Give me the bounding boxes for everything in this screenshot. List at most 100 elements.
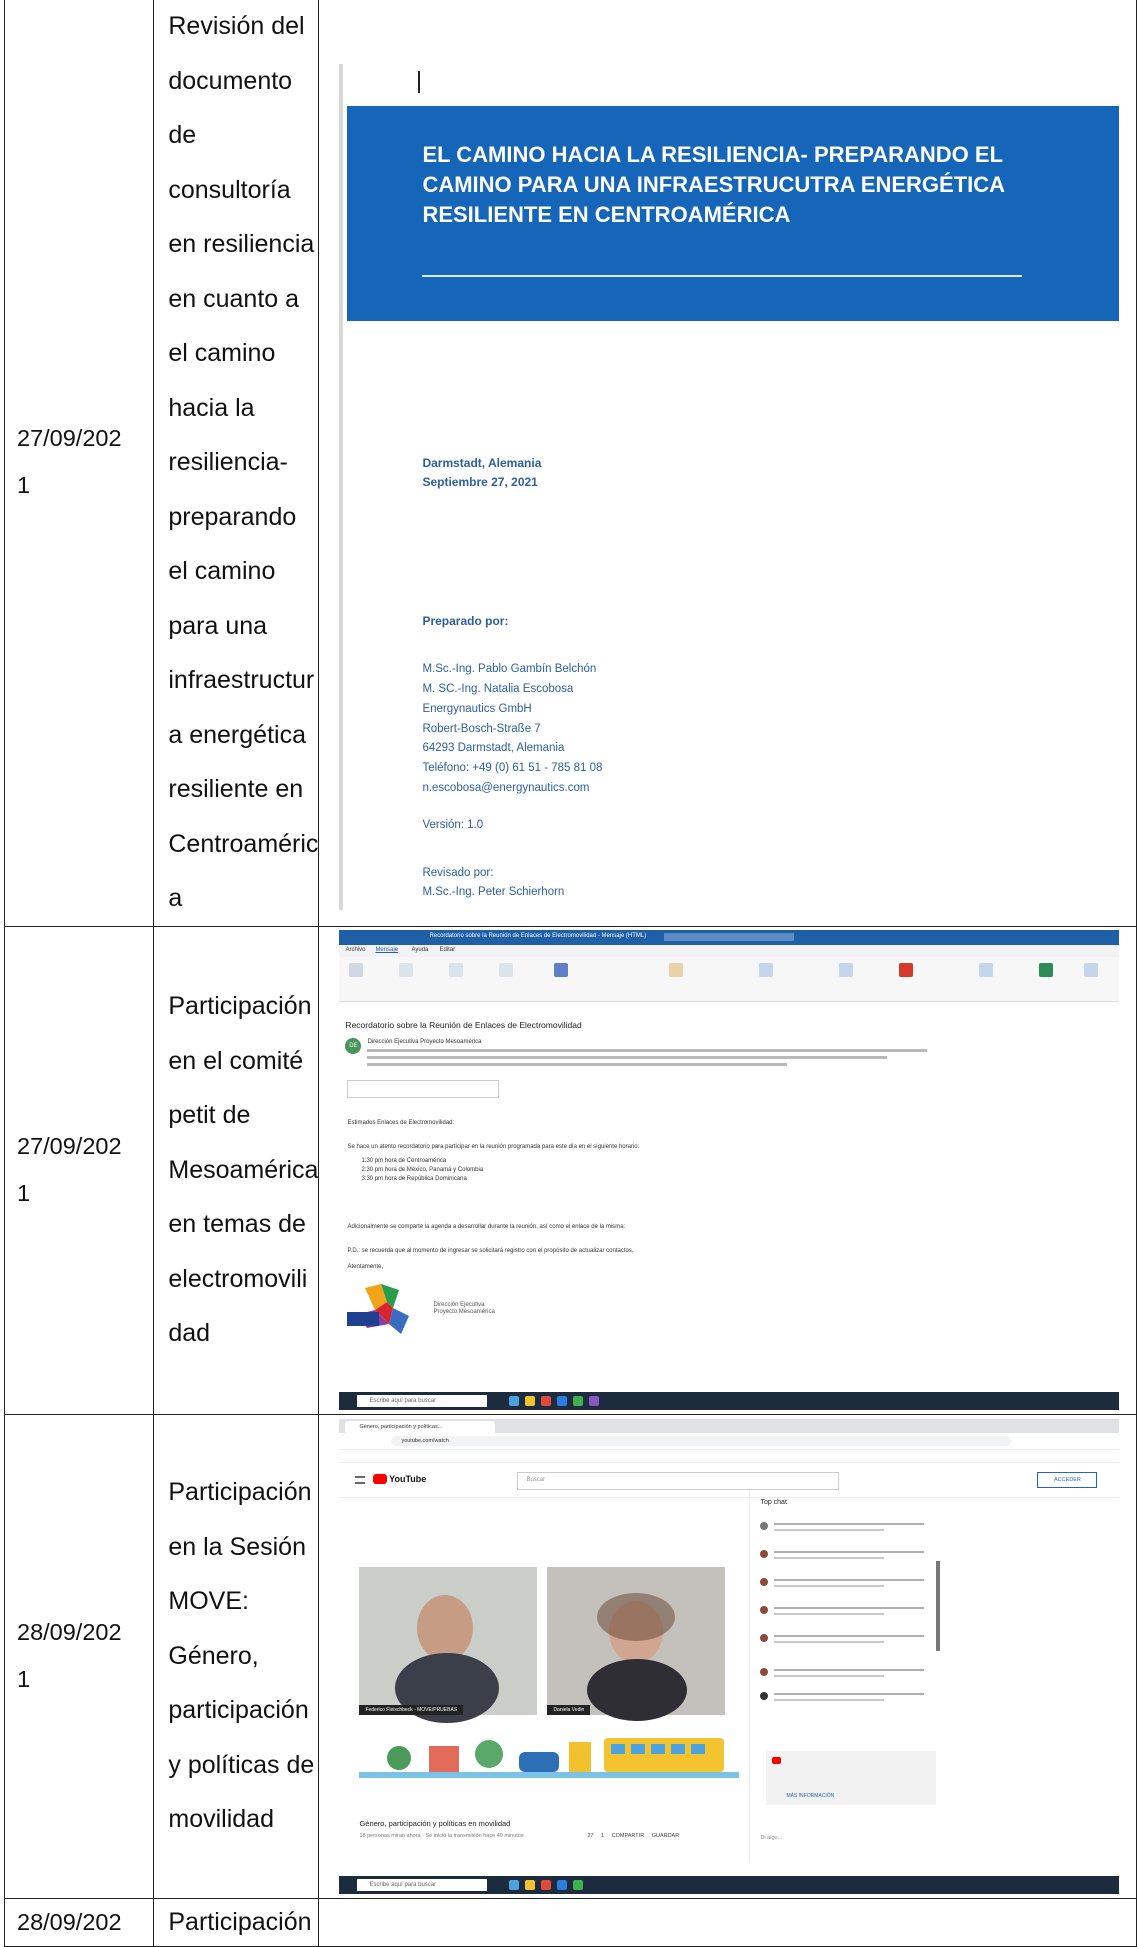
chat-message <box>760 1633 940 1649</box>
chat-message <box>760 1691 940 1707</box>
outlook-menubar: Archivo Mensaje Ayuda Editar <box>339 945 1120 957</box>
browser-tabs: Género, participación y políticas... <box>339 1418 1120 1433</box>
address-bar: youtube.com/watch <box>339 1432 1120 1450</box>
email-intro: Se hace un atento recordatorio para part… <box>347 1144 640 1150</box>
email-ps: P.D.: se recuerda que al momento de ingr… <box>347 1248 634 1254</box>
youtube-logo[interactable]: YouTube <box>373 1473 426 1484</box>
date-text: 28/09/202 <box>17 1908 122 1935</box>
app-icon[interactable] <box>573 1396 584 1406</box>
prepared-label: Preparado por: <box>422 614 509 629</box>
date-text: 27/09/202 1 <box>17 425 122 499</box>
taskbar-search[interactable]: Escribe aquí para buscar <box>357 1878 488 1891</box>
date-cell: 28/09/202 1 <box>3 1413 155 1899</box>
time-item: 3:30 pm hora de República Dominicana <box>361 1176 467 1182</box>
youtube-icon <box>772 1756 782 1764</box>
date-text: 27/09/202 1 <box>17 1133 122 1206</box>
attachment-chip[interactable] <box>347 1080 500 1098</box>
chat-message <box>760 1577 940 1593</box>
description-text: Participación <box>168 1907 312 1936</box>
description-cell: Participación en la Sesión MOVE: Género, par… <box>153 1413 320 1899</box>
bookmarks-bar <box>339 1449 1120 1463</box>
flag-icon[interactable] <box>899 963 914 977</box>
chat-message <box>760 1521 940 1537</box>
evidence-cell: Recordatorio sobre la Reunión de Enlaces… <box>318 925 1137 1415</box>
menu-item[interactable]: Ayuda <box>411 947 428 953</box>
video-actions[interactable]: 27 1 COMPARTIR GUARDAR <box>587 1833 679 1839</box>
forward-icon[interactable] <box>499 963 514 977</box>
taskbar-search[interactable]: Escribe aquí para buscar <box>357 1395 488 1407</box>
outlook-ribbon <box>339 957 1120 1002</box>
teams-icon[interactable] <box>589 1396 600 1406</box>
description-text: Participación en el comité petit de Mesoamé… <box>168 992 319 1348</box>
windows-taskbar: Escribe aquí para buscar <box>339 1392 1120 1410</box>
find-icon[interactable] <box>1039 963 1054 977</box>
translate-icon[interactable] <box>839 963 854 977</box>
evidence-cell <box>318 1897 1137 1947</box>
signin-button[interactable]: ACCEDER <box>1037 1471 1098 1488</box>
menu-item[interactable]: Editar <box>439 947 455 953</box>
table-row: 28/09/202 1 Participación en la Sesión MOVE… <box>3 1413 1137 1899</box>
teams-icon[interactable] <box>554 963 569 977</box>
chat-input[interactable]: Di algo... <box>760 1835 782 1841</box>
menu-item[interactable]: Mensaje <box>375 947 398 953</box>
document-cover: EL CAMINO HACIA LA RESILIENCIA- PREPARAN… <box>339 14 1120 911</box>
chat-message <box>760 1549 940 1565</box>
table-row: 27/09/202 1 Participación en el comité peti… <box>3 925 1137 1415</box>
more-info-link[interactable]: MÁS INFORMACIÓN <box>786 1793 834 1799</box>
zoom-icon[interactable] <box>1084 963 1099 977</box>
youtube-header: YouTube Buscar ACCEDER <box>339 1463 1120 1498</box>
time-item: 2:30 pm hora de México, Panamá y Colombi… <box>361 1167 484 1173</box>
delete-icon[interactable] <box>349 963 364 977</box>
version-label: Versión: 1.0 <box>422 819 484 832</box>
folder-icon[interactable] <box>525 1879 536 1890</box>
recipient-line <box>367 1049 928 1052</box>
title-banner: EL CAMINO HACIA LA RESILIENCIA- PREPARAN… <box>347 106 1120 322</box>
reviewed-label: Revisado por: <box>422 867 494 880</box>
speaker-body <box>587 1658 688 1721</box>
reply-all-icon[interactable] <box>449 963 464 977</box>
contact-line: M. SC.-Ing. Natalia Escobosa <box>422 683 574 696</box>
search-box[interactable] <box>664 933 795 941</box>
speaker-video-2: Daniela Vedin <box>547 1566 726 1721</box>
youtube-search-input[interactable]: Buscar <box>517 1471 840 1490</box>
chat-title[interactable]: Top chat <box>760 1499 786 1506</box>
read-aloud-icon[interactable] <box>979 963 994 977</box>
document-date: Septiembre 27, 2021 <box>422 475 538 490</box>
document-title: EL CAMINO HACIA LA RESILIENCIA- PREPARAN… <box>422 142 1005 228</box>
sender-avatar: DE <box>345 1038 362 1054</box>
chat-message <box>760 1667 940 1683</box>
browser-icon[interactable] <box>541 1396 552 1406</box>
email-greeting: Estimados Enlaces de Electromovilidad: <box>347 1120 455 1126</box>
move-icon[interactable] <box>759 963 774 977</box>
description-cell: Revisión del documento de consultoría en res… <box>153 0 320 927</box>
browser-tab[interactable]: Género, participación y políticas... <box>345 1420 496 1433</box>
app-icon[interactable] <box>509 1879 520 1890</box>
page-margin-line <box>339 64 344 911</box>
chat-message <box>760 1605 940 1621</box>
date-cell: 27/09/202 1 <box>3 925 155 1415</box>
description-cell: Participación <box>153 1897 320 1947</box>
date-cell: 28/09/202 <box>3 1897 155 1947</box>
app-icon[interactable] <box>573 1879 584 1890</box>
table-row: 27/09/202 1 Revisión del documento de consul… <box>3 0 1137 927</box>
folder-icon[interactable] <box>525 1396 536 1406</box>
reviewed-block: Revisado por: M.Sc.-Ing. Peter Schierhor… <box>422 864 564 902</box>
tab-title: Género, participación y políticas... <box>359 1423 443 1430</box>
outlook-icon[interactable] <box>557 1879 568 1890</box>
reviewer-name: M.Sc.-Ing. Peter Schierhorn <box>422 886 565 899</box>
chat-scrollbar[interactable] <box>936 1560 941 1651</box>
url-field[interactable]: youtube.com/watch <box>391 1435 1012 1446</box>
menu-icon[interactable] <box>355 1475 366 1484</box>
browser-icon[interactable] <box>541 1879 552 1890</box>
speaker-name-bar: Daniela Vedin <box>547 1704 591 1715</box>
outlook-icon[interactable] <box>557 1396 568 1406</box>
quick-steps-icon[interactable] <box>669 963 684 977</box>
mobility-illustration <box>359 1737 740 1778</box>
sender-row: DE Dirección Ejecutiva Proyecto Mesoamér… <box>345 1038 1115 1068</box>
reply-icon[interactable] <box>399 963 414 977</box>
live-chat: Top chat MÁS INFORMACIÓN Di algo... <box>749 1490 948 1861</box>
table-row: 28/09/202 Participación <box>3 1897 1137 1947</box>
evidence-cell: EL CAMINO HACIA LA RESILIENCIA- PREPARAN… <box>318 0 1137 927</box>
menu-item[interactable]: Archivo <box>345 947 365 953</box>
app-icon[interactable] <box>509 1396 520 1406</box>
